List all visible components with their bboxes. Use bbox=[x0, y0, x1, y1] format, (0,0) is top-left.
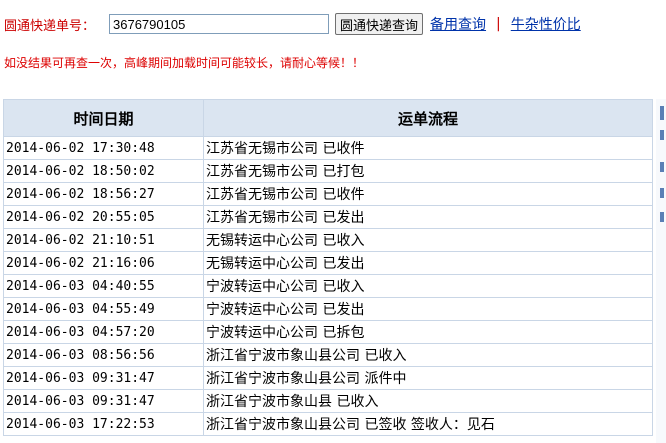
time-cell: 2014-06-02 18:56:27 bbox=[3, 182, 204, 206]
flow-cell: 无锡转运中心公司 已发出 bbox=[203, 251, 653, 275]
backup-query-link[interactable]: 备用查询 bbox=[430, 14, 486, 34]
table-row: 2014-06-02 20:55:05 江苏省无锡市公司 已发出 bbox=[3, 205, 653, 229]
table-row: 2014-06-02 21:16:06 无锡转运中心公司 已发出 bbox=[3, 251, 653, 275]
flow-cell: 宁波转运中心公司 已发出 bbox=[203, 297, 653, 321]
flow-cell: 宁波转运中心公司 已收入 bbox=[203, 274, 653, 298]
price-comparison-link[interactable]: 牛杂性价比 bbox=[511, 14, 581, 34]
query-button[interactable]: 圆通快递查询 bbox=[335, 13, 424, 35]
tracking-number-label: 圆通快递单号： bbox=[4, 18, 96, 34]
search-bar: 圆通快递单号： 圆通快递查询 备用查询 | 牛杂性价比 bbox=[4, 12, 581, 36]
tracking-table-body: 2014-06-02 17:30:48 江苏省无锡市公司 已收件 2014-06-0… bbox=[3, 136, 653, 436]
flow-cell: 江苏省无锡市公司 已发出 bbox=[203, 205, 653, 229]
flow-cell: 浙江省宁波市象山县公司 已收入 bbox=[203, 343, 653, 367]
table-row: 2014-06-02 18:56:27 江苏省无锡市公司 已收件 bbox=[3, 182, 653, 206]
column-header-flow: 运单流程 bbox=[203, 99, 653, 137]
table-header-row: 时间日期 运单流程 bbox=[3, 99, 653, 137]
time-cell: 2014-06-03 17:22:53 bbox=[3, 412, 204, 436]
side-panel-mark bbox=[660, 188, 664, 198]
side-panel-edge bbox=[656, 99, 666, 443]
time-cell: 2014-06-02 21:16:06 bbox=[3, 251, 204, 275]
table-row: 2014-06-02 18:50:02 江苏省无锡市公司 已打包 bbox=[3, 159, 653, 183]
table-row: 2014-06-03 09:31:47 浙江省宁波市象山县公司 派件中 bbox=[3, 366, 653, 390]
time-cell: 2014-06-03 08:56:56 bbox=[3, 343, 204, 367]
time-cell: 2014-06-03 04:57:20 bbox=[3, 320, 204, 344]
tracking-number-input[interactable] bbox=[109, 14, 330, 34]
notice-text: 如没结果可再查一次，高峰期间加载时间可能较长，请耐心等候！！ bbox=[4, 56, 365, 70]
side-panel-mark bbox=[660, 130, 664, 140]
table-row: 2014-06-03 09:31:47 浙江省宁波市象山县 已收入 bbox=[3, 389, 653, 413]
table-row: 2014-06-03 17:22:53 浙江省宁波市象山县公司 已签收 签收人：见… bbox=[3, 412, 653, 436]
flow-cell: 浙江省宁波市象山县 已收入 bbox=[203, 389, 653, 413]
time-cell: 2014-06-02 17:30:48 bbox=[3, 136, 204, 160]
table-row: 2014-06-03 04:40:55 宁波转运中心公司 已收入 bbox=[3, 274, 653, 298]
link-separator: | bbox=[496, 16, 501, 32]
table-row: 2014-06-02 17:30:48 江苏省无锡市公司 已收件 bbox=[3, 136, 653, 160]
flow-cell: 浙江省宁波市象山县公司 已签收 签收人：见石 bbox=[203, 412, 653, 436]
tracking-page: 圆通快递单号： 圆通快递查询 备用查询 | 牛杂性价比 如没结果可再查一次，高峰… bbox=[0, 0, 666, 443]
flow-cell: 江苏省无锡市公司 已收件 bbox=[203, 136, 653, 160]
side-panel-mark bbox=[660, 212, 664, 222]
column-header-time: 时间日期 bbox=[3, 99, 204, 137]
time-cell: 2014-06-03 04:40:55 bbox=[3, 274, 204, 298]
side-panel-mark bbox=[660, 162, 664, 172]
table-row: 2014-06-03 04:57:20 宁波转运中心公司 已拆包 bbox=[3, 320, 653, 344]
side-panel-mark bbox=[660, 106, 664, 120]
flow-cell: 浙江省宁波市象山县公司 派件中 bbox=[203, 366, 653, 390]
flow-cell: 宁波转运中心公司 已拆包 bbox=[203, 320, 653, 344]
tracking-table: 时间日期 运单流程 2014-06-02 17:30:48 江苏省无锡市公司 已收… bbox=[3, 99, 653, 436]
flow-cell: 无锡转运中心公司 已收入 bbox=[203, 228, 653, 252]
flow-cell: 江苏省无锡市公司 已收件 bbox=[203, 182, 653, 206]
flow-cell: 江苏省无锡市公司 已打包 bbox=[203, 159, 653, 183]
time-cell: 2014-06-02 20:55:05 bbox=[3, 205, 204, 229]
time-cell: 2014-06-03 09:31:47 bbox=[3, 389, 204, 413]
time-cell: 2014-06-03 04:55:49 bbox=[3, 297, 204, 321]
time-cell: 2014-06-02 18:50:02 bbox=[3, 159, 204, 183]
table-row: 2014-06-02 21:10:51 无锡转运中心公司 已收入 bbox=[3, 228, 653, 252]
time-cell: 2014-06-02 21:10:51 bbox=[3, 228, 204, 252]
table-row: 2014-06-03 04:55:49 宁波转运中心公司 已发出 bbox=[3, 297, 653, 321]
time-cell: 2014-06-03 09:31:47 bbox=[3, 366, 204, 390]
table-row: 2014-06-03 08:56:56 浙江省宁波市象山县公司 已收入 bbox=[3, 343, 653, 367]
